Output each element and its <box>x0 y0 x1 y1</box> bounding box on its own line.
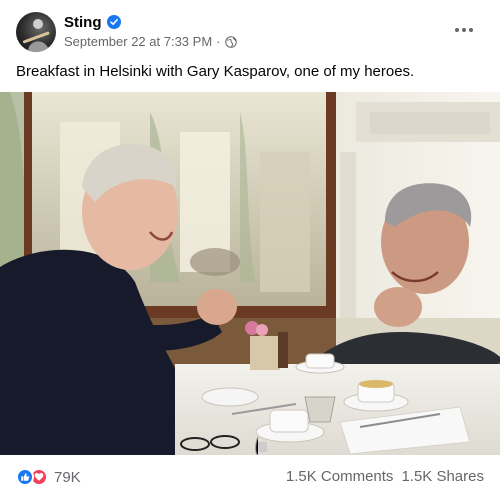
post-photo[interactable] <box>0 92 500 455</box>
shares-count[interactable]: 1.5K Shares <box>401 468 484 485</box>
like-icon <box>16 468 34 486</box>
dot-icon <box>462 28 466 32</box>
avatar-silhouette-icon <box>22 19 50 52</box>
post-meta: September 22 at 7:33 PM · <box>64 34 237 49</box>
author-name[interactable]: Sting <box>64 14 102 31</box>
engagement-counts: 1.5K Comments 1.5K Shares <box>286 468 484 485</box>
post-header: Sting September 22 at 7:33 PM · <box>0 0 500 58</box>
post-text: Breakfast in Helsinki with Gary Kasparov… <box>16 63 415 80</box>
cafe-scene-photo <box>0 92 500 455</box>
dot-icon <box>469 28 473 32</box>
author-row: Sting <box>64 13 121 31</box>
post-timestamp[interactable]: September 22 at 7:33 PM <box>64 34 212 49</box>
globe-icon[interactable] <box>224 35 237 48</box>
comments-count[interactable]: 1.5K Comments <box>286 468 394 485</box>
author-avatar[interactable] <box>16 12 56 52</box>
post-footer: 79K 1.5K Comments 1.5K Shares <box>0 455 500 496</box>
meta-separator: · <box>216 34 221 49</box>
dot-icon <box>455 28 459 32</box>
reaction-count: 79K <box>54 468 81 486</box>
reactions-summary[interactable]: 79K <box>16 468 81 486</box>
verified-badge-icon <box>106 15 121 29</box>
more-options-button[interactable] <box>450 20 478 40</box>
